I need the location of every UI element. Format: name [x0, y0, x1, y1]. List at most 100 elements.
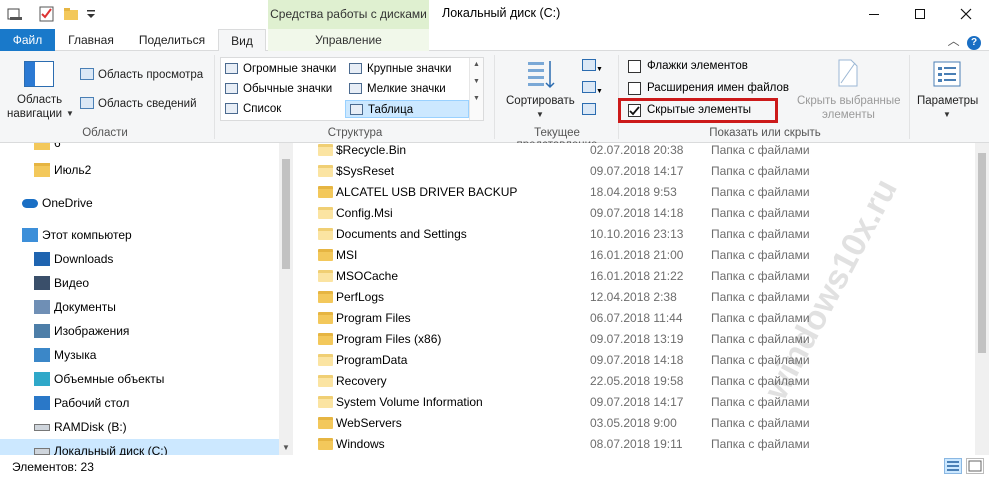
new-folder-icon[interactable] — [63, 6, 79, 22]
close-button[interactable] — [943, 0, 989, 27]
layout-item-label: Крупные значки — [367, 63, 452, 75]
layout-item-label: Список — [243, 103, 282, 115]
nav-item[interactable]: Downloads — [0, 247, 280, 271]
preview-pane-button[interactable]: Область просмотра — [80, 68, 203, 81]
properties-icon[interactable] — [7, 6, 23, 22]
customize-toolbar-icon[interactable] — [84, 6, 100, 22]
file-list-scrollbar[interactable] — [975, 143, 989, 455]
layout-extra-large-icons[interactable]: Огромные значки — [221, 60, 336, 78]
nav-item[interactable]: 6 — [0, 143, 280, 155]
chevron-down-icon: ▼ — [536, 110, 544, 119]
nav-item[interactable]: Рабочий стол — [0, 391, 280, 415]
file-type: Папка с файлами — [711, 290, 810, 304]
nav-item-label: Downloads — [54, 252, 114, 266]
nav-item-label: RAMDisk (B:) — [54, 420, 127, 434]
group-by-icon — [582, 59, 596, 71]
tab-view[interactable]: Вид — [218, 29, 266, 52]
file-row[interactable]: ALCATEL USB DRIVER BACKUP 18.04.2018 9:53… — [309, 182, 969, 203]
scroll-down-icon[interactable]: ▼ — [282, 443, 290, 452]
nav-item[interactable]: OneDrive — [0, 191, 280, 215]
size-columns-button[interactable] — [582, 103, 600, 119]
layout-gallery-scroll[interactable]: ▲ ▼ ▼ — [469, 58, 483, 120]
tab-home[interactable]: Главная — [60, 29, 122, 51]
file-row[interactable]: System Volume Information 09.07.2018 14:1… — [309, 392, 969, 413]
file-name: System Volume Information — [336, 395, 483, 409]
file-row[interactable]: PerfLogs 12.04.2018 2:38 Папка с файлами — [309, 287, 969, 308]
file-name: Documents and Settings — [336, 227, 467, 241]
nav-item[interactable]: Объемные объекты — [0, 367, 280, 391]
large-icons-view-button[interactable] — [966, 458, 984, 474]
file-date: 03.05.2018 9:00 — [590, 416, 677, 430]
nav-item[interactable]: Документы — [0, 295, 280, 319]
tab-manage[interactable]: Управление — [268, 29, 429, 51]
maximize-button[interactable] — [897, 0, 943, 27]
layout-item-label: Таблица — [368, 104, 414, 116]
gallery-down-icon[interactable]: ▼ — [470, 78, 483, 85]
nav-item[interactable]: Видео — [0, 271, 280, 295]
onedrive-icon — [22, 199, 38, 208]
options-button[interactable]: Параметры ▼ — [913, 55, 983, 121]
nav-item-selected[interactable]: Локальный диск (C:) — [0, 439, 280, 455]
nav-item[interactable]: Июль2 — [0, 158, 280, 182]
nav-item[interactable]: Этот компьютер — [0, 223, 280, 247]
nav-scroll-thumb[interactable] — [282, 159, 290, 269]
folder-icon — [34, 163, 50, 177]
checkmark-icon[interactable] — [39, 6, 55, 22]
nav-item[interactable]: RAMDisk (B:) — [0, 415, 280, 439]
tab-file[interactable]: Файл — [0, 29, 55, 51]
hide-selected-button[interactable]: Скрыть выбранные элементы — [792, 55, 904, 121]
file-name: Recovery — [336, 374, 387, 388]
navigation-pane-button[interactable]: Область навигации ▼ — [6, 55, 74, 121]
layout-list[interactable]: Список — [221, 100, 281, 118]
file-row[interactable]: WebServers 03.05.2018 9:00 Папка с файлами — [309, 413, 969, 434]
file-row[interactable]: ProgramData 09.07.2018 14:18 Папка с файла… — [309, 350, 969, 371]
sort-by-label: Сортировать — [506, 95, 575, 107]
file-row[interactable]: Config.Msi 09.07.2018 14:18 Папка с файлам… — [309, 203, 969, 224]
file-row[interactable]: MSOCache 16.01.2018 21:22 Папка с файлами — [309, 266, 969, 287]
details-pane-button[interactable]: Область сведений — [80, 97, 197, 110]
gallery-more-icon[interactable]: ▼ — [470, 95, 483, 102]
layout-medium-icons[interactable]: Обычные значки — [221, 80, 332, 98]
help-icon[interactable]: ? — [967, 36, 981, 50]
layout-large-icons[interactable]: Крупные значки — [345, 60, 451, 78]
file-date: 08.07.2018 19:11 — [590, 437, 683, 451]
file-row[interactable]: Program Files (x86) 09.07.2018 13:19 Папка… — [309, 329, 969, 350]
size-columns-icon — [582, 103, 596, 115]
tab-share[interactable]: Поделиться — [130, 29, 214, 51]
large-icons-view-icon — [968, 460, 982, 472]
item-checkboxes-checkbox[interactable] — [628, 60, 641, 73]
group-by-button[interactable]: ▼ — [582, 59, 606, 75]
file-date: 16.01.2018 21:22 — [590, 269, 684, 283]
collapse-ribbon-icon[interactable]: ︿ — [948, 32, 964, 49]
large-icons-icon — [349, 63, 362, 74]
file-extensions-checkbox[interactable] — [628, 82, 641, 95]
nav-item[interactable]: Музыка — [0, 343, 280, 367]
nav-item[interactable]: Изображения — [0, 319, 280, 343]
file-row[interactable]: $Recycle.Bin 02.07.2018 20:38 Папка с файл… — [309, 143, 969, 161]
folder-icon — [318, 186, 333, 198]
file-row[interactable]: Windows 08.07.2018 19:11 Папка с файлами — [309, 434, 969, 455]
nav-item-label: 6 — [54, 143, 61, 150]
file-row[interactable]: $SysReset 09.07.2018 14:17 Папка с файлами — [309, 161, 969, 182]
file-list-scroll-thumb[interactable] — [978, 153, 986, 353]
nav-scrollbar[interactable]: ▼ — [279, 143, 293, 455]
details-view-button[interactable] — [944, 458, 962, 474]
file-type: Папка с файлами — [711, 395, 810, 409]
layout-details[interactable]: Таблица — [345, 100, 469, 118]
small-icons-icon — [349, 83, 362, 94]
file-row[interactable]: Documents and Settings 10.10.2016 23:13 Па… — [309, 224, 969, 245]
gallery-up-icon[interactable]: ▲ — [470, 61, 483, 68]
folder-icon — [318, 312, 333, 324]
title-bar: Средства работы с дисками Локальный диск… — [0, 0, 989, 29]
file-row[interactable]: Program Files 06.07.2018 11:44 Папка с фай… — [309, 308, 969, 329]
file-row[interactable]: Recovery 22.05.2018 19:58 Папка с файлами — [309, 371, 969, 392]
file-date: 12.04.2018 2:38 — [590, 290, 677, 304]
minimize-button[interactable] — [851, 0, 897, 27]
layout-small-icons[interactable]: Мелкие значки — [345, 80, 446, 98]
sort-by-button[interactable]: Сортировать ▼ — [502, 55, 578, 121]
file-row[interactable]: MSI 16.01.2018 21:00 Папка с файлами — [309, 245, 969, 266]
drive-icon — [34, 448, 50, 455]
add-columns-button[interactable]: ▼ — [582, 81, 606, 97]
video-icon — [34, 276, 50, 290]
file-extensions-label: Расширения имен файлов — [647, 82, 789, 94]
